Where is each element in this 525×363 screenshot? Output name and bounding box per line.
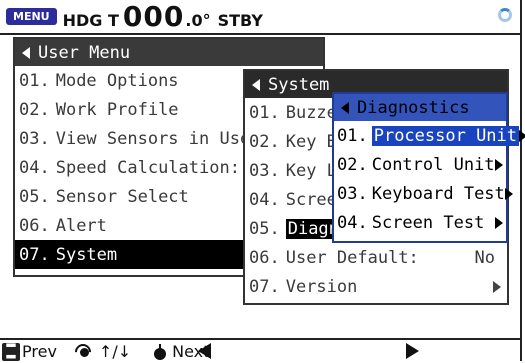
back-arrow-icon <box>252 78 260 91</box>
autopilot-screen: MENU HDG T 000 .0° STBY User Menu 01. Mo… <box>0 0 525 363</box>
updown-label: ↑/↓ <box>98 342 132 361</box>
diagnostics-menu-header[interactable]: Diagnostics <box>334 94 506 121</box>
diagnostics-item-screen-test[interactable]: 04. Screen Test <box>334 208 506 237</box>
user-default-value: No <box>474 247 495 268</box>
updown-hint: ↑/↓ <box>99 342 131 361</box>
knob-push-icon <box>153 343 167 360</box>
diagnostics-item-control-unit[interactable]: 02. Control Unit <box>334 150 506 179</box>
steering-mode: STBY <box>217 11 263 30</box>
item-number: 04. <box>249 189 280 210</box>
item-number: 06. <box>249 247 280 268</box>
page-left-arrow-icon[interactable] <box>198 343 211 359</box>
loading-spinner-icon <box>498 8 512 22</box>
item-label: View Sensors in Use <box>55 128 251 149</box>
status-bar: MENU HDG T 000 .0° STBY <box>0 0 522 35</box>
heading-readout: HDG T 000 .0° STBY <box>63 0 263 33</box>
item-label: Work Profile <box>55 99 179 120</box>
diagnostics-menu-title: Diagnostics <box>357 97 470 118</box>
item-number: 01. <box>19 70 50 91</box>
item-label: Control Unit <box>371 154 495 175</box>
item-label: Speed Calculation: <box>55 157 240 178</box>
heading-value: 000 <box>122 0 185 33</box>
item-number: 01. <box>337 125 368 146</box>
heading-decimal: .0° <box>185 11 211 30</box>
user-menu-header[interactable]: User Menu <box>15 39 323 66</box>
submenu-arrow-icon <box>495 158 503 171</box>
diagnostics-item-processor-unit[interactable]: 01. Processor Unit <box>334 121 525 150</box>
item-label: Keyboard Test <box>371 183 505 204</box>
prev-hint: Prev <box>22 342 57 361</box>
item-label: Processor Unit <box>371 125 520 146</box>
item-number: 02. <box>337 154 368 175</box>
submenu-arrow-icon <box>493 280 501 293</box>
submenu-arrow-icon <box>519 129 525 142</box>
prev-label: Prev <box>22 342 57 361</box>
page-right-arrow-icon[interactable] <box>406 343 419 359</box>
key-guide-bar: ▀▀ ▄▄ Prev ↑/↓ Next <box>0 338 522 363</box>
submenu-arrow-icon <box>504 187 513 200</box>
item-number: 07. <box>249 276 280 297</box>
item-number: 03. <box>19 128 50 149</box>
back-arrow-icon <box>22 46 30 59</box>
item-label: System <box>55 244 118 265</box>
item-label: Mode Options <box>55 70 179 91</box>
item-number: 02. <box>19 99 50 120</box>
system-menu-item-user-default[interactable]: 06. User Default: No <box>245 243 507 272</box>
item-label: Screen Test <box>371 212 485 233</box>
system-menu-title: System <box>268 74 330 95</box>
item-number: 05. <box>19 186 50 207</box>
system-menu-item-version[interactable]: 07. Version <box>245 272 507 301</box>
item-number: 02. <box>249 131 280 152</box>
menu-key-indicator[interactable]: MENU <box>6 8 57 25</box>
item-label: Alert <box>55 215 107 236</box>
menu-esc-key-icon: ▀▀ ▄▄ <box>2 342 20 361</box>
item-number: 07. <box>19 244 50 265</box>
diagnostics-menu-panel: Diagnostics 01. Processor Unit 02. Contr… <box>332 92 525 243</box>
submenu-arrow-icon <box>495 216 503 229</box>
item-number: 03. <box>337 183 368 204</box>
user-menu-title: User Menu <box>38 42 131 63</box>
item-label: Version <box>285 276 358 297</box>
item-label: User Default: <box>285 247 419 268</box>
diagnostics-item-keyboard-test[interactable]: 03. Keyboard Test <box>334 179 513 208</box>
item-number: 04. <box>337 212 368 233</box>
item-number: 06. <box>19 215 50 236</box>
item-number: 05. <box>249 218 280 239</box>
item-label: Sensor Select <box>55 186 189 207</box>
back-arrow-icon <box>341 101 349 114</box>
item-number: 03. <box>249 160 280 181</box>
item-number: 04. <box>19 157 50 178</box>
item-number: 01. <box>249 102 280 123</box>
course-knob-icon <box>71 340 95 363</box>
heading-label: HDG T <box>62 11 119 30</box>
